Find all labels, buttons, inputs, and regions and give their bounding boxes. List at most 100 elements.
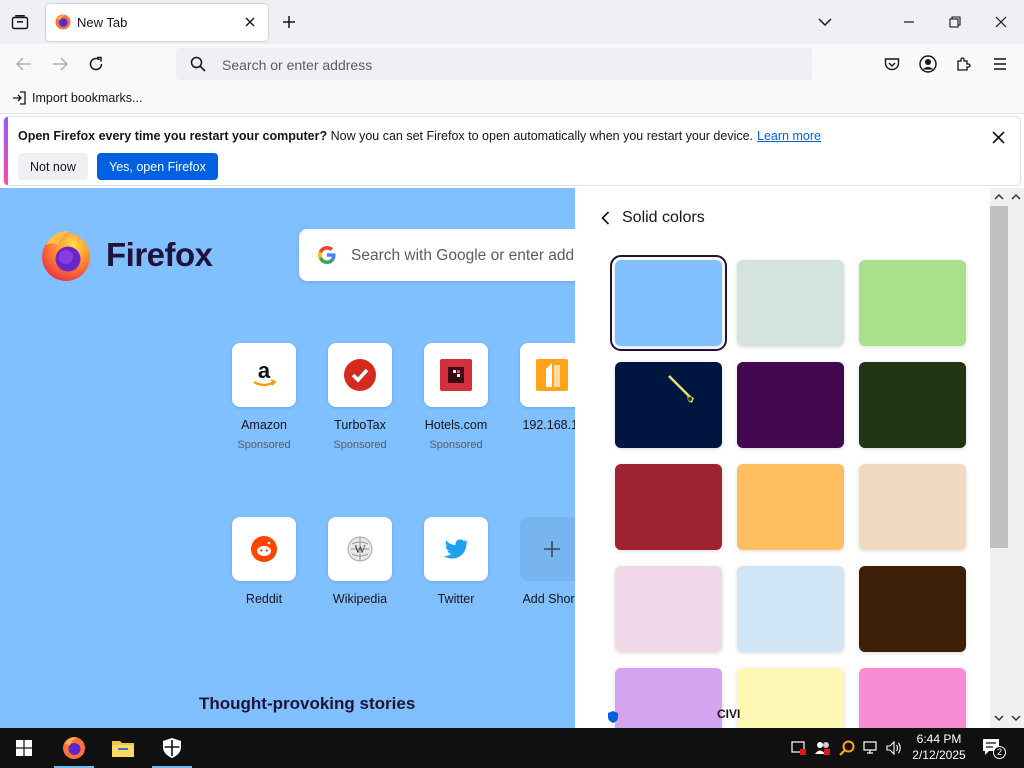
solid-colors-header[interactable]: Solid colors	[601, 209, 705, 227]
color-swatch[interactable]	[859, 668, 966, 728]
action-center-button[interactable]: 2	[980, 736, 1006, 760]
scrollbar-thumb[interactable]	[990, 206, 1008, 548]
pocket-button[interactable]	[880, 52, 904, 76]
not-now-button[interactable]: Not now	[18, 153, 88, 180]
minimize-icon	[904, 21, 914, 23]
sponsored-label: Sponsored	[429, 439, 483, 451]
list-all-tabs-button[interactable]	[814, 11, 836, 33]
forward-button[interactable]	[48, 52, 72, 76]
people-icon	[815, 742, 830, 755]
windows-taskbar: 6:44 PM 2/12/2025 2	[0, 728, 1024, 768]
yes-open-firefox-button[interactable]: Yes, open Firefox	[97, 153, 218, 180]
notification-count: 2	[993, 746, 1006, 759]
shortcut-label: Wikipedia	[332, 592, 388, 606]
shortcut-reddit[interactable]: Reddit	[219, 517, 309, 606]
color-swatch[interactable]	[859, 260, 966, 346]
reload-icon	[89, 56, 103, 71]
taskbar-security[interactable]	[148, 728, 196, 768]
panel-title: Solid colors	[622, 209, 705, 226]
notification-close-button[interactable]	[988, 127, 1008, 147]
notification-text: Now you can set Firefox to open automati…	[327, 129, 754, 143]
notification-title: Open Firefox every time you restart your…	[18, 129, 328, 143]
router-icon	[536, 359, 568, 391]
shield-icon	[608, 711, 618, 723]
import-bookmarks-button[interactable]: Import bookmarks...	[12, 91, 142, 105]
tray-volume-icon[interactable]	[886, 740, 902, 756]
reload-button[interactable]	[84, 52, 108, 76]
account-button[interactable]	[916, 52, 940, 76]
color-swatch[interactable]	[859, 464, 966, 550]
shortcut-turbotax[interactable]: TurboTax Sponsored	[315, 343, 405, 451]
sponsored-label: Sponsored	[333, 439, 387, 451]
tab-new-tab[interactable]: New Tab	[46, 4, 268, 41]
close-icon	[995, 16, 1007, 28]
navigation-toolbar: Search or enter address	[0, 44, 1024, 84]
notification-accent	[4, 117, 8, 185]
network-icon	[863, 741, 877, 754]
minimize-button[interactable]	[897, 10, 921, 34]
close-window-button[interactable]	[989, 10, 1013, 34]
color-swatch[interactable]	[859, 362, 966, 448]
back-button[interactable]	[12, 52, 36, 76]
shortcut-twitter[interactable]: Twitter	[411, 517, 501, 606]
color-swatch[interactable]	[615, 668, 722, 728]
firefox-favicon-icon	[55, 14, 71, 35]
firefox-view-button[interactable]	[6, 8, 34, 36]
color-swatch[interactable]	[737, 260, 844, 346]
learn-more-link[interactable]: Learn more	[757, 129, 821, 143]
scroll-up-buttons[interactable]	[990, 188, 1024, 204]
svg-text:a: a	[258, 361, 271, 383]
chevron-up-icon	[993, 193, 1004, 200]
shortcut-hotels[interactable]: Hotels.com Sponsored	[411, 343, 501, 451]
partial-text: CIVI	[717, 707, 741, 721]
chevron-left-icon	[601, 211, 610, 225]
shortcut-label: Hotels.com	[424, 418, 488, 432]
shortcut-tile	[424, 517, 488, 581]
start-button[interactable]	[0, 728, 48, 768]
shortcut-label: TurboTax	[334, 418, 386, 432]
new-tab-button[interactable]	[278, 11, 300, 33]
google-search-box[interactable]: Search with Google or enter address	[299, 229, 619, 281]
address-bar[interactable]: Search or enter address	[176, 48, 812, 80]
hotels-icon	[440, 359, 472, 391]
volume-icon	[886, 740, 901, 756]
taskbar-clock[interactable]: 6:44 PM 2/12/2025	[908, 731, 970, 763]
menu-button[interactable]	[988, 52, 1012, 76]
color-swatch[interactable]	[610, 255, 727, 351]
firefox-wordmark: Firefox	[106, 236, 213, 273]
windows-security-icon	[163, 738, 181, 758]
color-swatch[interactable]	[737, 362, 844, 448]
clock-date: 2/12/2025	[912, 748, 966, 762]
color-swatch[interactable]	[859, 566, 966, 652]
arrow-left-icon	[16, 57, 31, 71]
bookmarks-toolbar: Import bookmarks...	[0, 84, 1024, 114]
tray-app-icon[interactable]	[791, 740, 807, 756]
reddit-icon	[251, 536, 277, 562]
shortcut-label: Twitter	[437, 592, 475, 606]
taskbar-firefox[interactable]	[50, 728, 98, 768]
tray-people-icon[interactable]	[815, 740, 831, 756]
shortcut-amazon[interactable]: a Amazon Sponsored	[219, 343, 309, 451]
tray-network-icon[interactable]	[863, 740, 879, 756]
account-icon	[919, 55, 937, 73]
shortcut-tile	[232, 517, 296, 581]
color-swatch[interactable]	[737, 464, 844, 550]
color-swatch[interactable]	[615, 566, 722, 652]
taskbar-file-explorer[interactable]	[99, 728, 147, 768]
color-swatch[interactable]	[737, 668, 844, 728]
scroll-down-buttons[interactable]	[990, 710, 1024, 726]
google-icon	[318, 246, 336, 264]
google-search-placeholder: Search with Google or enter address	[351, 247, 604, 264]
color-swatch[interactable]	[737, 566, 844, 652]
search-icon	[839, 740, 855, 756]
shortcut-wikipedia[interactable]: W Wikipedia	[315, 517, 405, 606]
maximize-button[interactable]	[943, 10, 967, 34]
color-swatch[interactable]	[615, 464, 722, 550]
extensions-button[interactable]	[952, 52, 976, 76]
tab-close-button[interactable]	[242, 14, 258, 30]
chevron-down-icon	[1010, 714, 1021, 721]
firefox-view-icon	[11, 15, 29, 30]
panel-scrollbar[interactable]	[990, 188, 1024, 728]
tray-search-icon[interactable]	[839, 740, 855, 756]
wikipedia-icon: W	[347, 536, 373, 562]
